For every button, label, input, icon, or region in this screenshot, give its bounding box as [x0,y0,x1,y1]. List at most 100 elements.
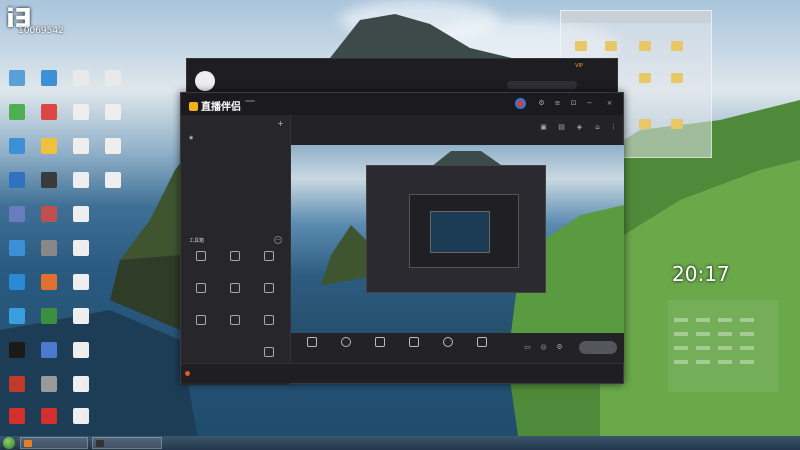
desktop-icon[interactable] [2,70,32,87]
pin-icon[interactable]: ⊡ [569,99,578,108]
scene-item[interactable]: ◉ [189,135,193,141]
folder-icon[interactable] [671,73,683,83]
gift-icon[interactable]: ▣ [539,123,548,132]
media-button[interactable] [397,337,431,349]
desktop-icon[interactable] [2,240,32,256]
avatar[interactable] [195,71,215,91]
desktop-icon[interactable] [2,138,32,155]
desktop-icon[interactable] [2,206,32,222]
version-pill[interactable] [245,100,255,102]
desktop-icon[interactable] [98,172,128,189]
desktop-icon[interactable] [66,376,96,392]
folder-icon[interactable] [671,119,683,129]
taskbar-item[interactable] [20,437,88,449]
desktop-icon[interactable] [34,206,64,222]
tool-button[interactable] [187,315,215,327]
camera-button[interactable] [329,337,363,349]
folder-icon[interactable] [671,41,683,51]
control-bar: ▭ ◎ ⚙ [291,333,624,363]
camera-icon [341,337,351,347]
desktop-icon[interactable] [98,70,128,87]
desktop-icon[interactable] [66,138,96,155]
eye-icon[interactable]: ◉ [189,135,193,141]
doc-icon [105,138,121,154]
clip-icon[interactable]: ◎ [539,343,548,352]
settings-icon[interactable]: ⚙ [555,343,564,352]
desktop-icon[interactable] [98,138,128,155]
desktop-icon[interactable] [66,70,96,87]
tool-button[interactable] [255,283,283,295]
explorer-titlebar[interactable] [561,11,711,23]
folder-icon[interactable] [605,41,617,51]
desktop-icon[interactable] [2,308,32,324]
record-icon[interactable]: ▭ [523,343,532,352]
desktop-icon[interactable] [34,274,64,290]
status-bar [181,363,623,383]
profile-icon[interactable] [515,98,526,109]
microphone-button[interactable] [431,337,465,349]
desktop-icon[interactable] [66,408,96,424]
desktop-icon[interactable] [2,172,32,189]
desktop-icon[interactable] [34,70,64,87]
folder-icon[interactable] [639,73,651,83]
close-icon[interactable]: × [605,99,614,108]
tool-button[interactable] [221,251,249,263]
taskbar-item[interactable] [92,437,162,449]
desktop-icon[interactable] [66,206,96,222]
live-preview[interactable] [291,145,624,333]
alert-icon [185,371,190,376]
scene-tabs [181,115,290,121]
lock-icon[interactable]: ▤ [557,123,566,132]
desktop-icon[interactable] [66,342,96,358]
tool-button[interactable] [255,347,283,357]
desktop-icon[interactable] [2,104,32,121]
tool-button[interactable] [221,283,249,295]
screen-capture-button[interactable] [295,337,329,349]
menu-icon[interactable]: ≡ [553,99,562,108]
search-input[interactable] [507,81,577,89]
desktop-icon[interactable] [34,104,64,121]
desktop-icon[interactable] [66,172,96,189]
window-titlebar[interactable]: 直播伴侣 ⚙ ≡ ⊡ − × [181,93,623,115]
live-companion-window[interactable]: 直播伴侣 ⚙ ≡ ⊡ − × + ◉ 工具箱 − ▣ ▤ ◈ ⌂ ⋮ ▭ ◎ ⚙ [180,92,624,385]
vip-badge[interactable]: VIP [575,63,583,69]
desktop-icon[interactable] [34,376,64,392]
desktop-icon[interactable] [34,308,64,324]
start-button[interactable] [3,437,15,449]
tool-button[interactable] [221,315,249,327]
collapse-icon[interactable]: − [274,236,282,244]
desktop-icon[interactable] [66,104,96,121]
desktop-icon[interactable] [34,138,64,155]
desktop-icon[interactable] [34,240,64,256]
desktop-icon[interactable] [34,342,64,358]
start-live-button[interactable] [579,341,617,354]
tool-button[interactable] [187,251,215,263]
desktop-icon[interactable] [66,240,96,256]
speaker-button[interactable] [465,337,499,349]
desktop-icon[interactable] [2,376,32,392]
tool-button[interactable] [255,315,283,327]
desktop-icon[interactable] [34,408,64,424]
share-icon[interactable]: ⌂ [593,123,602,132]
nested-preview-window [366,165,546,293]
desktop-icon[interactable] [66,308,96,324]
desktop-icon[interactable] [2,342,32,358]
minimize-icon[interactable]: − [585,99,594,108]
folder-icon[interactable] [575,41,587,51]
add-scene-icon[interactable]: + [277,119,284,128]
desktop-icon[interactable] [66,274,96,290]
tool-button[interactable] [255,251,283,263]
doc-icon [73,376,89,392]
fan-icon[interactable]: ◈ [575,123,584,132]
folder-icon[interactable] [639,41,651,51]
more-icon[interactable]: ⋮ [609,123,618,132]
folder-icon[interactable] [639,119,651,129]
doc-icon [73,70,89,86]
desktop-icon[interactable] [2,408,32,424]
desktop-icon[interactable] [34,172,64,189]
desktop-icon[interactable] [98,104,128,121]
desktop-icon[interactable] [2,274,32,290]
settings-icon[interactable]: ⚙ [537,99,546,108]
tool-button[interactable] [187,283,215,295]
phone-cast-button[interactable] [363,337,397,349]
